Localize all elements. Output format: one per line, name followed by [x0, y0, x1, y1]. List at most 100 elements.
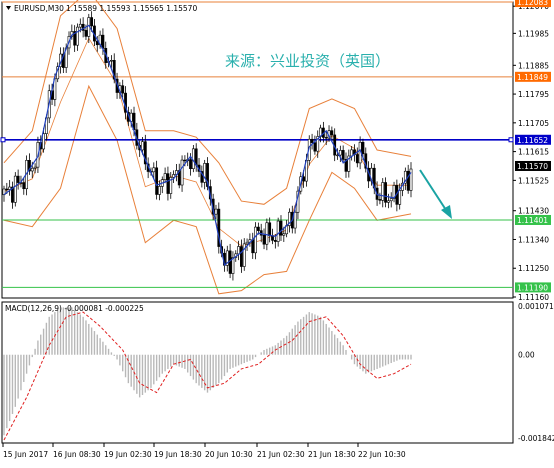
candle-body [189, 159, 192, 169]
candle-body [336, 154, 339, 157]
price-tag-label: 1.11190 [517, 283, 548, 292]
candle-body [110, 60, 113, 62]
candle-body [22, 182, 26, 190]
time-axis: 15 Jun 2017 16 Jun 08:30 19 Jun 02:30 19 Ju… [2, 443, 406, 459]
time-tick-label: 21 Jun 18:30 [308, 450, 356, 459]
candle-body [121, 85, 125, 94]
candle-body [273, 240, 277, 242]
candle-body [262, 234, 266, 245]
candle-body [279, 220, 283, 236]
candle-body [242, 243, 246, 267]
candle-body [378, 199, 382, 201]
time-tick-label: 16 Jun 08:30 [53, 450, 101, 459]
price-tick-label: 1.11985 [518, 29, 549, 38]
candle-body [152, 167, 156, 173]
candle-body [386, 200, 390, 203]
candle-body [163, 173, 167, 180]
candle-body [409, 168, 413, 191]
candle-body [256, 226, 260, 231]
candle-body [155, 167, 159, 195]
candle-body [180, 159, 184, 186]
candle-body [254, 226, 257, 254]
candle-body [389, 198, 393, 202]
time-tick-label: 21 Jun 02:30 [257, 450, 305, 459]
price-tag-label: 1.11570 [517, 162, 548, 171]
candle-body [237, 246, 240, 255]
price-tag-label: 1.11652 [517, 136, 548, 145]
ohlc-values: 1.15589 1.15593 1.15565 1.15570 [66, 4, 197, 13]
candle-body [30, 167, 34, 172]
candle-body [245, 241, 249, 245]
symbol-label: EURUSD,M30 [14, 4, 64, 13]
macd-tick-label: -0.001842 [518, 434, 554, 443]
symbol-marker-icon [6, 6, 11, 10]
candle-body [240, 246, 243, 267]
price-tick-label: 1.11430 [518, 207, 549, 216]
price-tag-label: 1.11401 [517, 216, 548, 225]
candle-body [338, 150, 342, 156]
candle-body [406, 170, 410, 191]
candle-body [268, 222, 272, 236]
macd-label: MACD(12,26,9) -0.000081 -0.000225 [5, 304, 144, 313]
candle-body [228, 250, 232, 274]
candle-body [141, 141, 144, 151]
candle-body [313, 142, 317, 152]
pivot-handle-left [0, 137, 6, 143]
price-tag-label: 1.12083 [517, 0, 548, 7]
price-tick-label: 1.11705 [518, 119, 549, 128]
candle-body [324, 137, 328, 139]
time-tick-label: 22 Jun 10:30 [358, 450, 406, 459]
price-tick-label: 1.11160 [518, 293, 549, 302]
macd-indicator [3, 307, 412, 441]
macd-axis: 0.001071 0.00 -0.001842 [518, 302, 554, 443]
pivot-handle-right [508, 137, 514, 143]
candle-body [194, 148, 198, 166]
candle-body [16, 175, 20, 183]
price-tick-label: 1.11340 [518, 235, 549, 244]
candle-body [293, 211, 297, 229]
time-tick-label: 19 Jun 18:30 [154, 450, 202, 459]
candle-body [90, 17, 94, 27]
price-axis: 1.120701.119851.118851.117951.117051.116… [513, 2, 549, 302]
candle-body [183, 159, 187, 162]
candle-body [166, 173, 170, 194]
candle-body [101, 34, 105, 49]
macd-panel-frame [1, 301, 514, 444]
candle-body [310, 138, 314, 143]
candle-body [214, 208, 218, 215]
price-tick-label: 1.11795 [518, 90, 549, 99]
candle-body [13, 175, 17, 203]
candle-body [251, 239, 255, 254]
price-tag-label: 1.11849 [517, 73, 548, 82]
candle-body [33, 166, 37, 169]
price-tick-label: 1.11615 [518, 148, 549, 157]
candle-body [78, 23, 82, 28]
time-tick-label: 15 Jun 2017 [3, 450, 48, 459]
candle-body [276, 220, 280, 242]
candle-body [282, 233, 286, 236]
forecast-arrow-icon [419, 169, 452, 219]
macd-tick-label: 0.001071 [518, 302, 554, 311]
price-tags: 1.12083 1.11849 1.11652 1.11570 1.11401 1.111… [515, 0, 551, 293]
candle-body [355, 154, 359, 164]
candle-body [8, 186, 12, 190]
time-tick-label: 19 Jun 02:30 [104, 450, 152, 459]
source-watermark: 来源：兴业投资（英国） [225, 52, 390, 70]
time-tick-label: 20 Jun 10:30 [205, 450, 253, 459]
candle-body [330, 130, 334, 136]
candle-body [341, 150, 345, 160]
candle-body [265, 222, 269, 245]
candle-body [84, 30, 88, 37]
candle-body [398, 190, 402, 205]
price-tick-label: 1.11250 [518, 264, 549, 273]
main-chart-frame [1, 1, 514, 299]
candle-body [5, 188, 9, 191]
candle-body [361, 141, 365, 155]
candle-body [158, 186, 161, 195]
bollinger-bands [3, 0, 412, 295]
price-chart: 1.120701.119851.118851.117951.117051.116… [0, 0, 554, 459]
price-tick-label: 1.11885 [518, 61, 549, 70]
candle-body [384, 182, 387, 203]
candle-body [381, 182, 385, 201]
macd-tick-label: 0.00 [518, 351, 535, 360]
